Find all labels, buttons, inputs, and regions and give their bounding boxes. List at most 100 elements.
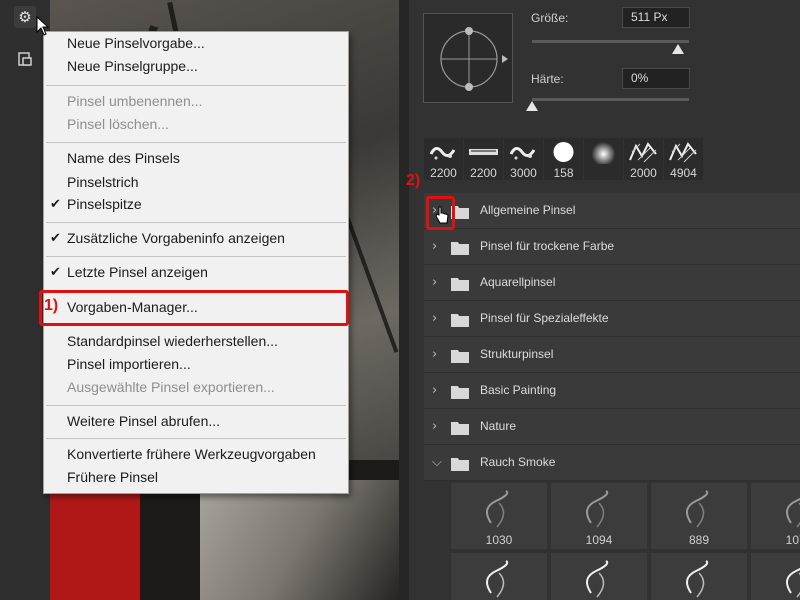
gear-icon[interactable]: ⚙ <box>14 6 36 28</box>
texture-brush-icon <box>669 142 697 163</box>
recent-brush[interactable] <box>584 138 623 180</box>
smoke-brush-tile[interactable]: 1075 <box>751 483 800 549</box>
menu-item-pinsel-löschen: Pinsel löschen... <box>67 116 169 132</box>
menu-item-weitere-pinsel-abrufen[interactable]: Weitere Pinsel abrufen... <box>67 413 220 429</box>
checkmark-icon: ✔ <box>50 231 61 246</box>
folder-icon <box>451 350 469 363</box>
brush-group-row[interactable]: › Strukturpinsel <box>424 337 800 373</box>
menu-item-konvertierte-frühere-werkzeugvorgaben[interactable]: Konvertierte frühere Werkzeugvorgaben <box>67 446 316 462</box>
smoke-brush-tile[interactable]: 1094 <box>551 483 647 549</box>
brush-size-label: 3000 <box>510 166 537 180</box>
brush-groups-list: › Allgemeine Pinsel › Pinsel für trockene F… <box>424 185 800 600</box>
chevron-right-icon[interactable]: › <box>432 311 446 327</box>
menu-item-neue-pinselgruppe[interactable]: Neue Pinselgruppe... <box>67 58 198 74</box>
recent-brush[interactable]: 2000 <box>624 138 663 180</box>
panel-divider[interactable] <box>399 0 409 600</box>
soft-round-brush-icon <box>591 142 616 164</box>
recent-brush[interactable]: 4904 <box>664 138 703 180</box>
brush-group-row[interactable]: › Basic Painting <box>424 373 800 409</box>
folder-icon <box>451 242 469 255</box>
brush-group-name: Pinsel für Spezialeffekte <box>480 311 609 325</box>
folder-icon <box>451 386 469 399</box>
brush-panel-menu: Neue Pinselvorgabe... Neue Pinselgruppe..… <box>43 31 349 494</box>
menu-separator <box>46 142 346 143</box>
menu-item-frühere-pinsel[interactable]: Frühere Pinsel <box>67 469 158 485</box>
smoke-brush-tile[interactable] <box>751 553 800 600</box>
chevron-right-icon[interactable]: › <box>432 347 446 363</box>
recent-brush[interactable]: 158 <box>544 138 583 180</box>
menu-item-neue-pinselvorgabe[interactable]: Neue Pinselvorgabe... <box>67 35 205 51</box>
annotation-step-1: 1) <box>44 297 59 314</box>
smoke-brush-tile[interactable] <box>451 553 547 600</box>
brush-size-label: 889 <box>688 533 710 547</box>
chevron-right-icon[interactable]: › <box>432 275 446 291</box>
hardness-input[interactable]: 0% <box>622 68 690 89</box>
size-input[interactable]: 511 Px <box>622 7 690 28</box>
menu-item-zusätzliche-vorgabeninfo-anzeigen[interactable]: Zusätzliche Vorgabeninfo anzeigen <box>67 230 285 246</box>
smoke-brush-icon <box>486 560 509 598</box>
checkmark-icon: ✔ <box>50 265 61 280</box>
size-slider-thumb[interactable] <box>672 44 684 54</box>
smoke-brush-tile[interactable] <box>551 553 647 600</box>
brush-tip-shape-preview[interactable] <box>423 13 513 103</box>
menu-item-ausgewählte-pinsel-exportieren: Ausgewählte Pinsel exportieren... <box>67 379 275 395</box>
splatter-brush-icon <box>429 147 456 160</box>
brush-group-name: Nature <box>480 419 517 433</box>
recent-brush[interactable]: 3000 <box>504 138 543 180</box>
brush-size-label: 1075 <box>785 533 800 547</box>
menu-separator <box>46 222 346 223</box>
brush-group-name: Aquarellpinsel <box>480 275 556 289</box>
menu-separator <box>46 405 346 406</box>
chevron-right-icon[interactable]: › <box>432 383 446 399</box>
brush-group-row[interactable]: › Pinsel für trockene Farbe <box>424 229 800 265</box>
hardness-slider-thumb[interactable] <box>526 101 538 111</box>
recent-brush[interactable]: 2200 <box>464 138 503 180</box>
annotation-box-1 <box>39 290 349 326</box>
folder-icon <box>451 278 469 291</box>
folder-icon <box>451 314 469 327</box>
brush-group-row[interactable]: › Nature <box>424 409 800 445</box>
brush-group-row[interactable]: ⌵ Rauch Smoke <box>424 445 800 481</box>
smoke-brush-tile[interactable]: 1030 <box>451 483 547 549</box>
mouse-pointer-icon <box>36 16 50 36</box>
menu-separator <box>46 438 346 439</box>
splatter-brush-icon <box>509 147 536 160</box>
brush-size-label: 1094 <box>585 533 613 547</box>
hardness-slider[interactable] <box>532 98 689 101</box>
hand-cursor-icon <box>435 206 449 224</box>
brush-group-name: Strukturpinsel <box>480 347 554 361</box>
annotation-step-2: 2) <box>406 172 421 189</box>
brush-group-name: Pinsel für trockene Farbe <box>480 239 615 253</box>
menu-item-standardpinsel-wiederherstellen[interactable]: Standardpinsel wiederherstellen... <box>67 333 278 349</box>
menu-item-pinselstrich[interactable]: Pinselstrich <box>67 174 139 190</box>
menu-separator <box>46 85 346 86</box>
menu-item-pinselspitze[interactable]: Pinselspitze <box>67 196 142 212</box>
chevron-down-icon[interactable]: ⌵ <box>432 455 446 471</box>
menu-item-name-des-pinsels[interactable]: Name des Pinsels <box>67 150 180 166</box>
brush-group-name: Basic Painting <box>480 383 557 397</box>
smoke-brush-tile[interactable]: 889 <box>651 483 747 549</box>
brush-size-label: 1030 <box>485 533 513 547</box>
menu-item-letzte-pinsel-anzeigen[interactable]: Letzte Pinsel anzeigen <box>67 264 208 280</box>
brush-group-row[interactable]: › Allgemeine Pinsel <box>424 193 800 229</box>
chevron-right-icon[interactable]: › <box>432 239 446 255</box>
folder-icon <box>451 422 469 435</box>
brush-group-name: Rauch Smoke <box>480 455 556 469</box>
brush-group-row[interactable]: › Aquarellpinsel <box>424 265 800 301</box>
brush-size-label: 158 <box>553 166 574 180</box>
size-slider[interactable] <box>532 40 689 43</box>
smoke-brush-tile[interactable] <box>651 553 747 600</box>
menu-item-pinsel-importieren[interactable]: Pinsel importieren... <box>67 356 191 372</box>
brush-angle-icon <box>440 27 508 91</box>
folder-open-icon <box>451 458 469 471</box>
stroke-brush-icon <box>469 149 498 155</box>
recent-brush[interactable]: 2200 <box>424 138 463 180</box>
brush-group-row[interactable]: › Pinsel für Spezialeffekte <box>424 301 800 337</box>
new-preset-icon[interactable] <box>17 51 33 67</box>
brush-group-name: Allgemeine Pinsel <box>480 203 576 217</box>
chevron-right-icon[interactable]: › <box>432 419 446 435</box>
brush-size-label: 2200 <box>430 166 457 180</box>
recent-brushes-strip: 2200 2200 3000 158 2000 4904 <box>424 138 800 180</box>
hardness-label: Härte: <box>531 72 564 86</box>
checkmark-icon: ✔ <box>50 197 61 212</box>
